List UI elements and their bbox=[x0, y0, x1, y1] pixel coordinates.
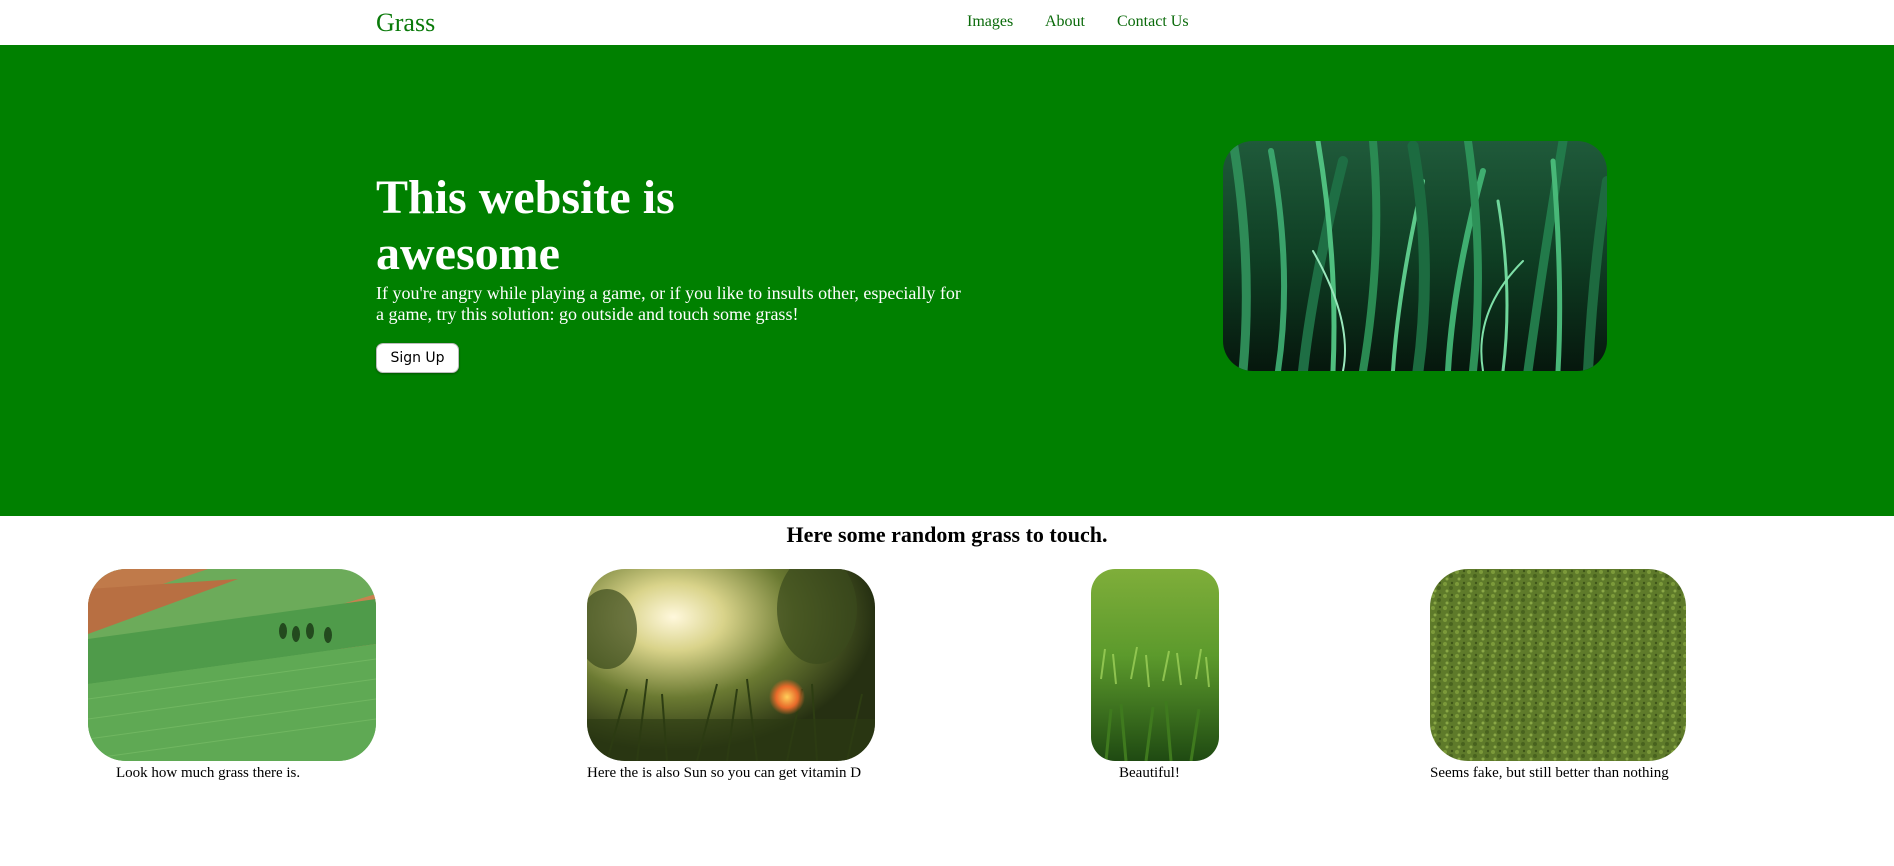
navbar: Grass Images About Contact Us bbox=[0, 0, 1894, 45]
brand-logo[interactable]: Grass bbox=[376, 8, 435, 38]
gallery-caption-3: Beautiful! bbox=[1119, 765, 1180, 781]
gallery-image-fields bbox=[88, 569, 376, 761]
hero-grass-image bbox=[1223, 141, 1607, 371]
gallery-image-closeup bbox=[1091, 569, 1219, 761]
sign-up-button[interactable]: Sign Up bbox=[376, 343, 459, 373]
nav-link-about[interactable]: About bbox=[1045, 13, 1085, 31]
gallery-image-turf bbox=[1430, 569, 1686, 761]
nav-link-contact[interactable]: Contact Us bbox=[1117, 13, 1189, 31]
hero-section: This website is awesome If you're angry … bbox=[0, 45, 1894, 516]
hero-title: This website is awesome bbox=[376, 171, 675, 280]
nav-link-images[interactable]: Images bbox=[967, 13, 1013, 31]
gallery-caption-1: Look how much grass there is. bbox=[116, 765, 301, 781]
gallery-caption-4: Seems fake, but still better than nothin… bbox=[1430, 765, 1669, 781]
hero-description: If you're angry while playing a game, or… bbox=[376, 283, 961, 324]
gallery-title: Here some random grass to touch. bbox=[786, 522, 1108, 547]
gallery-caption-2: Here the is also Sun so you can get vita… bbox=[587, 765, 862, 781]
gallery-image-sun bbox=[587, 569, 875, 761]
